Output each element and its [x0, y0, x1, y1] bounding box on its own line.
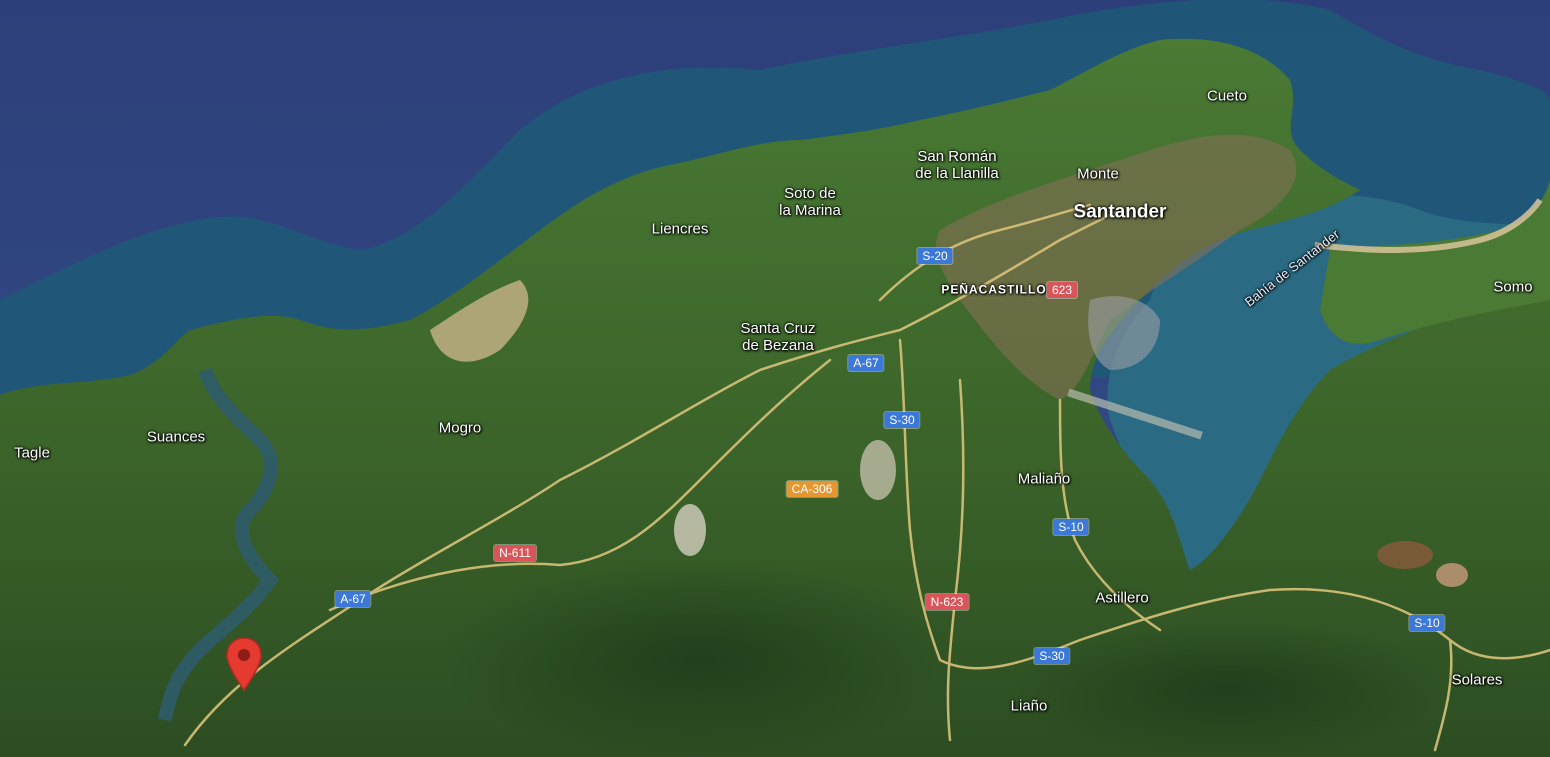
place-label-penacastillo: PEÑACASTILLO: [941, 282, 1047, 297]
quarry-2: [860, 440, 896, 500]
place-label-somo: Somo: [1493, 278, 1533, 296]
place-label-liencres: Liencres: [651, 220, 709, 238]
map-pin-icon[interactable]: [224, 636, 264, 692]
place-label-maliano: Maliaño: [1017, 470, 1071, 488]
road-shield-s-10: S-10: [1053, 519, 1089, 535]
road-shield-s-30-east: S-30: [1034, 648, 1070, 664]
road-shield-a-67-west: A-67: [335, 591, 371, 607]
road-shield-ca-306: CA-306: [786, 481, 838, 497]
southern-hills: [440, 560, 960, 757]
quarry: [674, 504, 706, 556]
place-label-san-roman-de-la-llanilla: San Román de la Llanilla: [915, 148, 999, 182]
road-shield-s-20: S-20: [917, 248, 953, 264]
place-label-solares: Solares: [1451, 671, 1503, 689]
place-label-cueto: Cueto: [1206, 87, 1248, 105]
place-label-liano: Liaño: [1010, 697, 1048, 715]
road-shield-n-611: N-611: [494, 545, 536, 561]
map-view[interactable]: Cueto San Román de la Llanilla Monte San…: [0, 0, 1550, 757]
place-label-suances: Suances: [146, 428, 206, 446]
place-label-monte: Monte: [1077, 165, 1119, 183]
field-patch-2: [1436, 563, 1468, 587]
road-shield-a-67: A-67: [848, 355, 884, 371]
place-label-santander: Santander: [1073, 201, 1167, 223]
place-label-tagle: Tagle: [14, 444, 50, 462]
road-shield-n-623: N-623: [925, 594, 969, 610]
place-label-santa-cruz-de-bezana: Santa Cruz de Bezana: [740, 320, 816, 354]
road-shield-s-30: S-30: [884, 412, 920, 428]
road-shield-s-10-east: S-10: [1409, 615, 1445, 631]
field-patch: [1377, 541, 1433, 569]
place-label-astillero: Astillero: [1095, 589, 1149, 607]
road-shield-623-partial: 623: [1046, 282, 1078, 298]
place-label-mogro: Mogro: [438, 419, 482, 437]
place-label-soto-de-la-marina: Soto de la Marina: [779, 185, 841, 219]
